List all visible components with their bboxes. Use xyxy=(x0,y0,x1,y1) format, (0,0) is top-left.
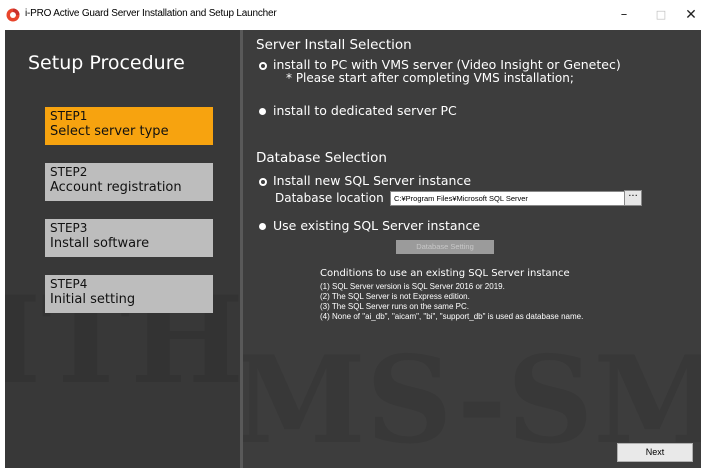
step-label: Initial setting xyxy=(50,292,136,307)
step-3-install-software[interactable]: STEP3 Install software xyxy=(45,219,213,257)
app-logo-icon xyxy=(6,8,20,22)
step-number: STEP4 xyxy=(50,277,88,291)
database-selection-title: Database Selection xyxy=(256,150,387,166)
radio-unselected-icon xyxy=(259,62,267,70)
main-panel: MS-SM Server Install Selection install t… xyxy=(243,30,701,468)
vms-note: * Please start after completing VMS inst… xyxy=(286,71,574,85)
condition-item: (3) The SQL Server runs on the same PC. xyxy=(320,302,469,311)
option-new-sql-label: Install new SQL Server instance xyxy=(273,173,472,188)
step-number: STEP2 xyxy=(50,165,88,179)
step-label: Select server type xyxy=(50,124,169,139)
database-setting-button[interactable]: Database Setting xyxy=(396,240,494,254)
step-label: Account registration xyxy=(50,180,182,195)
close-button[interactable]: ✕ xyxy=(681,5,701,25)
radio-selected-icon xyxy=(259,108,266,115)
option-dedicated-label: install to dedicated server PC xyxy=(273,103,457,118)
condition-item: (4) None of "ai_db", "aicam", "bi", "sup… xyxy=(320,312,584,321)
database-location-input[interactable]: C:¥Program Files¥Microsoft SQL Server xyxy=(390,191,625,206)
minimize-button[interactable]: – xyxy=(614,5,634,25)
sidebar-heading: Setup Procedure xyxy=(28,52,185,74)
condition-item: (2) The SQL Server is not Express editio… xyxy=(320,292,470,301)
step-number: STEP1 xyxy=(50,109,88,123)
browse-folder-button[interactable]: ··· xyxy=(624,190,642,206)
step-4-initial-setting[interactable]: STEP4 Initial setting xyxy=(45,275,213,313)
title-bar: i-PRO Active Guard Server Installation a… xyxy=(0,0,701,30)
conditions-title: Conditions to use an existing SQL Server… xyxy=(320,268,570,279)
server-install-title: Server Install Selection xyxy=(256,37,412,53)
condition-item: (1) SQL Server version is SQL Server 201… xyxy=(320,282,505,291)
radio-selected-icon xyxy=(259,223,266,230)
sidebar: ITH Setup Procedure STEP1 Select server … xyxy=(5,30,240,468)
option-vms-label: install to PC with VMS server (Video Ins… xyxy=(273,57,621,72)
step-label: Install software xyxy=(50,236,150,251)
step-2-account-registration[interactable]: STEP2 Account registration xyxy=(45,163,213,201)
maximize-button[interactable]: □ xyxy=(651,5,671,25)
window-title: i-PRO Active Guard Server Installation a… xyxy=(25,8,277,19)
radio-unselected-icon xyxy=(259,178,267,186)
step-1-select-server-type[interactable]: STEP1 Select server type xyxy=(45,107,213,145)
option-existing-sql-label: Use existing SQL Server instance xyxy=(273,218,481,233)
step-number: STEP3 xyxy=(50,221,88,235)
database-location-label: Database location xyxy=(275,191,384,205)
next-button[interactable]: Next xyxy=(617,443,693,462)
